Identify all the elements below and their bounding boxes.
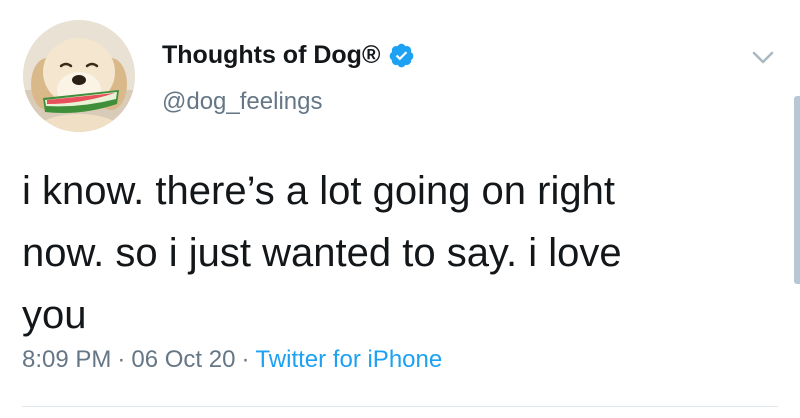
chevron-down-icon[interactable] <box>748 44 778 70</box>
display-name-text: Thoughts of Dog® <box>162 40 381 69</box>
verified-badge-icon <box>390 43 414 67</box>
tweet-date[interactable]: 06 Oct 20 <box>131 346 235 373</box>
tweet-card: Thoughts of Dog® @dog_feelings i know. t… <box>0 0 800 418</box>
avatar[interactable] <box>23 20 135 132</box>
meta-separator: · <box>241 346 250 373</box>
scrollbar[interactable] <box>794 96 800 284</box>
tweet-meta: 8:09 PM · 06 Oct 20 · Twitter for iPhone <box>22 346 442 374</box>
divider <box>22 406 778 407</box>
user-handle[interactable]: @dog_feelings <box>162 88 322 116</box>
tweet-source-link[interactable]: Twitter for iPhone <box>255 346 442 373</box>
tweet-time[interactable]: 8:09 PM <box>22 346 111 373</box>
dog-avatar-icon <box>23 20 135 132</box>
tweet-text: i know. there’s a lot going on right now… <box>22 169 622 337</box>
meta-separator: · <box>117 346 126 373</box>
display-name[interactable]: Thoughts of Dog® <box>162 38 415 72</box>
